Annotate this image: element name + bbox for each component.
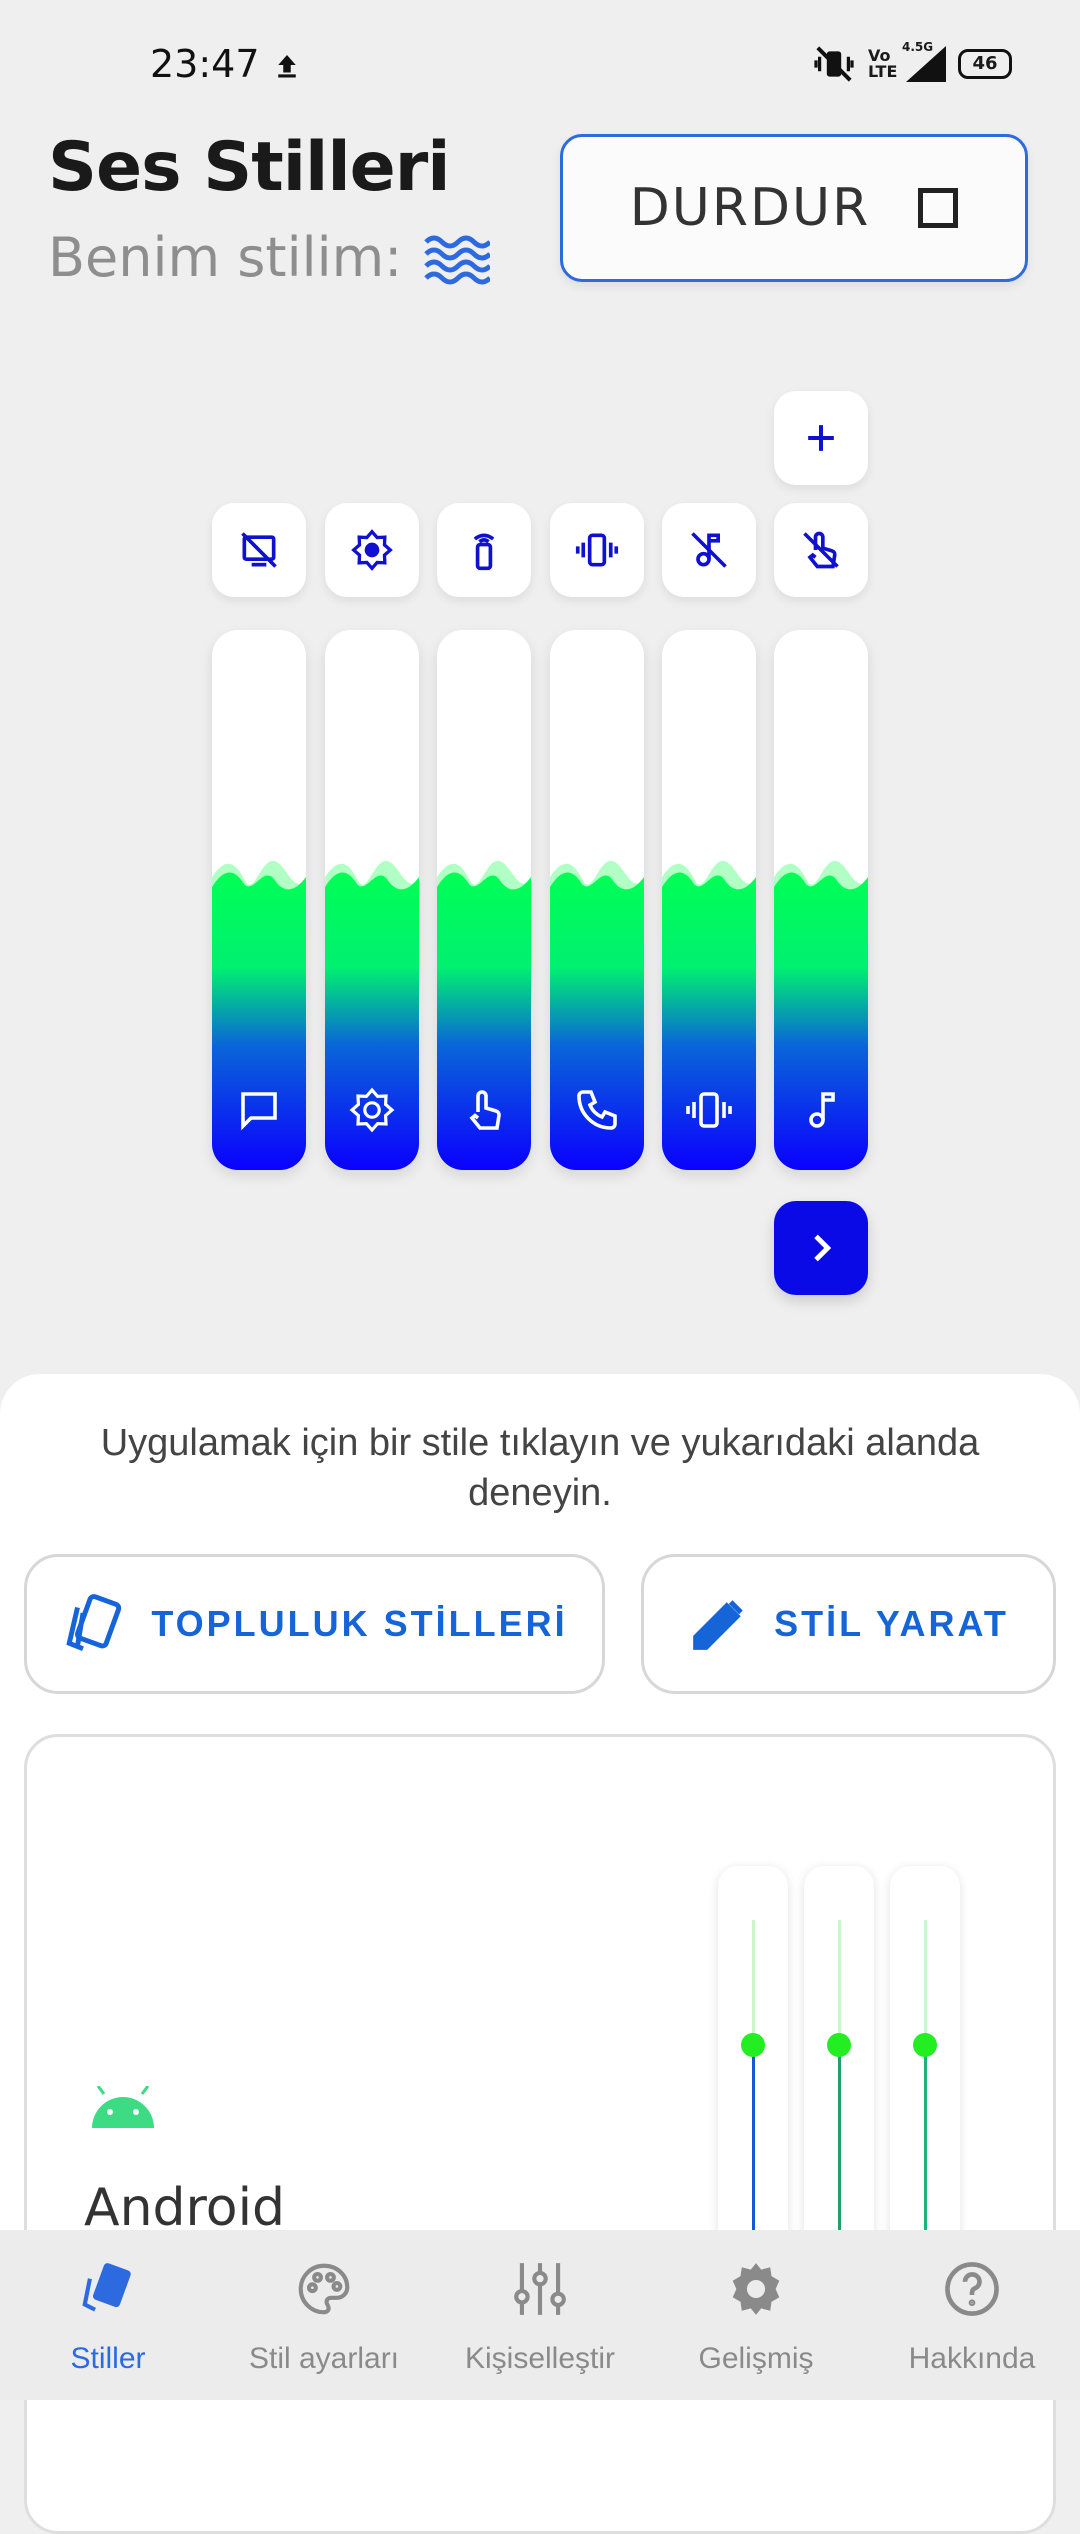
nav-item-hakkinda[interactable]: Hakkında — [864, 2230, 1080, 2400]
gear-icon — [732, 2263, 780, 2315]
stop-icon — [918, 188, 959, 228]
style-name: Android — [84, 2178, 286, 2238]
nav-item-kisisellestir[interactable]: Kişiselleştir — [432, 2230, 648, 2400]
my-style-label: Benim stilim: — [48, 226, 403, 289]
nav-item-stiller[interactable]: Stiller — [0, 2230, 216, 2400]
mini-slider-upper — [752, 1920, 755, 2045]
volume-bar[interactable] — [662, 630, 756, 1170]
status-time: 23:47 — [150, 42, 260, 86]
mini-slider-upper — [838, 1920, 841, 2045]
android-icon — [92, 2086, 154, 2128]
vibration-icon — [575, 533, 619, 567]
create-style-label: STİL YARAT — [774, 1603, 1009, 1644]
add-button[interactable] — [774, 391, 868, 485]
vibration-icon — [686, 1092, 732, 1128]
sheet-hint: Uygulamak için bir stile tıklayın ve yuk… — [100, 1422, 980, 1514]
mini-slider-knob — [827, 2032, 851, 2057]
nav-label: Kişiselleştir — [464, 2342, 616, 2375]
battery-indicator: 46 — [958, 49, 1012, 79]
volume-bar[interactable] — [325, 630, 419, 1170]
remote-icon — [473, 533, 495, 571]
volte-indicator: Vo LTE — [868, 46, 898, 81]
upload-icon — [278, 55, 296, 78]
nav-label: Hakkında — [908, 2342, 1036, 2375]
bottom-nav: Stiller Stil ayarları Kişiselleştir Geli… — [0, 2230, 1080, 2400]
mini-slider-knob — [913, 2032, 937, 2057]
music-off-icon — [691, 532, 727, 568]
brightness-icon — [349, 1087, 395, 1133]
cards-icon — [82, 2263, 131, 2312]
pencil-icon — [693, 1600, 743, 1650]
network-type: 4.5G — [902, 40, 934, 54]
vibrate-mute-icon — [814, 46, 854, 82]
nav-label: Stil ayarları — [248, 2342, 400, 2375]
chip-music-off[interactable] — [662, 503, 756, 597]
nav-item-gelismis[interactable]: Gelişmiş — [648, 2230, 864, 2400]
chip-vibration[interactable] — [550, 503, 644, 597]
music-note-icon — [809, 1092, 835, 1128]
chip-brightness[interactable] — [325, 503, 419, 597]
brightness-icon — [351, 529, 393, 571]
chevron-right-icon — [814, 1234, 832, 1262]
chip-no-screen[interactable] — [212, 503, 306, 597]
community-styles-label: TOPLULUK STİLLERİ — [151, 1603, 568, 1644]
signal-icon: 4.5G — [902, 40, 946, 82]
touch-icon — [469, 1090, 501, 1130]
stop-label: DURDUR — [629, 178, 871, 238]
community-styles-button[interactable]: TOPLULUK STİLLERİ — [24, 1554, 605, 1694]
palette-icon — [298, 2263, 350, 2315]
mini-slider-track — [718, 1866, 788, 2266]
nav-label: Stiller — [70, 2342, 146, 2375]
cards-icon — [66, 1594, 122, 1652]
volume-bar[interactable] — [550, 630, 644, 1170]
volume-bar[interactable] — [437, 630, 531, 1170]
phone-icon — [577, 1090, 617, 1130]
nav-item-stil-ayarlari[interactable]: Stil ayarları — [216, 2230, 432, 2400]
plus-icon — [808, 425, 834, 451]
no-screen-icon — [241, 532, 277, 568]
mini-slider-track — [804, 1866, 874, 2266]
chip-remote[interactable] — [437, 503, 531, 597]
volume-bar[interactable] — [212, 630, 306, 1170]
mini-slider-upper — [924, 1920, 927, 2045]
message-icon — [241, 1092, 277, 1131]
next-button[interactable] — [774, 1201, 868, 1295]
waves-icon[interactable] — [424, 232, 490, 286]
stop-button[interactable]: DURDUR — [560, 134, 1028, 282]
chip-touch-off[interactable] — [774, 503, 868, 597]
mini-slider-track — [890, 1866, 960, 2266]
volume-bar[interactable] — [774, 630, 868, 1170]
help-icon — [945, 2262, 999, 2316]
mini-slider-knob — [741, 2032, 765, 2057]
touch-off-icon — [803, 531, 839, 569]
create-style-button[interactable]: STİL YARAT — [641, 1554, 1056, 1694]
page-title: Ses Stilleri — [48, 128, 451, 207]
sliders-icon — [514, 2263, 566, 2315]
nav-label: Gelişmiş — [698, 2342, 814, 2375]
status-icons: Vo LTE 4.5G 46 — [812, 40, 1012, 82]
